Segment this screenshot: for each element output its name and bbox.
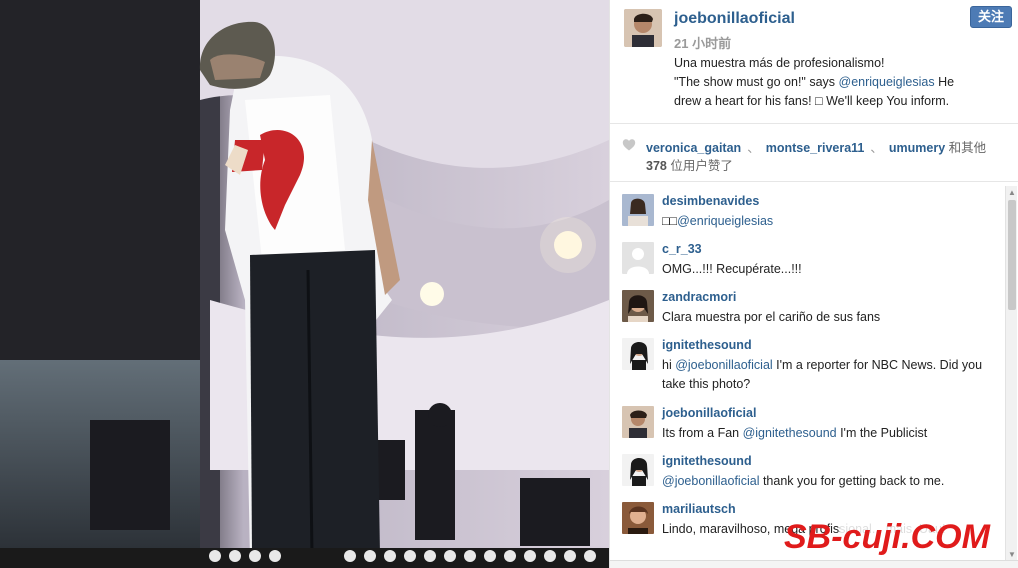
comment-mention[interactable]: @ignitethesound (743, 426, 837, 440)
commenter-avatar[interactable] (622, 502, 654, 534)
comment-text: OMG...!!! Recupérate...!!! (662, 260, 997, 279)
follow-button[interactable]: 关注 (970, 6, 1012, 28)
author-username[interactable]: joebonillaoficial (674, 10, 795, 28)
like-count[interactable]: 378 位用户赞了 (646, 155, 733, 174)
post-detail-panel: joebonillaoficial 21 小时前 关注 Una muestra … (609, 0, 1018, 568)
post-timestamp: 21 小时前 (674, 36, 732, 51)
comment-text-pre: Lindo, maravilhoso, mega profissional...… (662, 522, 946, 536)
commenter-username[interactable]: c_r_33 (662, 242, 702, 256)
commenter-username[interactable]: zandracmori (662, 290, 736, 304)
caption-mention[interactable]: @enriqueiglesias (839, 75, 935, 89)
scroll-up-arrow-icon[interactable]: ▲ (1007, 188, 1017, 198)
comment-item: zandracmori Clara muestra por el cariño … (610, 278, 1005, 326)
comment-text: Clara muestra por el cariño de sus fans (662, 308, 997, 327)
comment-item: ignitethesound hi @joebonillaoficial I'm… (610, 326, 1005, 394)
commenter-avatar-image (622, 502, 654, 534)
comment-mention[interactable]: @enriqueiglesias (677, 214, 773, 228)
comment-text: Lindo, maravilhoso, mega profissional...… (662, 520, 997, 539)
liker-username[interactable]: veronica_gaitan (646, 141, 741, 155)
concert-photo-illustration (0, 0, 609, 568)
comment-mention[interactable]: @joebonillaoficial (662, 474, 759, 488)
author-avatar[interactable] (624, 9, 662, 47)
comment-item: ignitethesound @joebonillaoficial thank … (610, 442, 1005, 490)
comment-input-bar[interactable] (610, 560, 1018, 568)
heart-icon[interactable] (622, 138, 636, 152)
comment-item: mariliautsch Lindo, maravilhoso, mega pr… (610, 490, 1005, 558)
caption-text: He (934, 75, 955, 89)
comment-text: @joebonillaoficial thank you for getting… (662, 472, 997, 491)
caption-line-1: Una muestra más de profesionalismo! (674, 56, 885, 70)
scroll-down-arrow-icon[interactable]: ▼ (1007, 550, 1017, 560)
commenter-username[interactable]: joebonillaoficial (662, 406, 756, 420)
comment-item: joebonillaoficial Its from a Fan @ignite… (610, 394, 1005, 442)
others-label: 和其他 (948, 141, 987, 155)
commenter-avatar[interactable] (622, 194, 654, 226)
comment-text-pre: Its from a Fan (662, 426, 743, 440)
comment-text-post: thank you for getting back to me. (759, 474, 945, 488)
comment-text-pre: □□ (662, 214, 678, 228)
liker-username[interactable]: umumery (889, 141, 945, 155)
comment-mention[interactable]: @joebonillaoficial (675, 358, 772, 372)
post-caption: Una muestra más de profesionalismo! "The… (674, 54, 1010, 111)
post-header: joebonillaoficial 21 小时前 关注 Una muestra … (610, 0, 1018, 124)
like-count-number: 378 (646, 159, 667, 173)
like-count-suffix: 位用户赞了 (666, 159, 733, 173)
comment-text-pre: OMG...!!! Recupérate...!!! (662, 262, 802, 276)
separator: 、 (870, 141, 883, 155)
commenter-avatar-image (622, 406, 654, 438)
caption-line-3: drew a heart for his fans! □ We'll keep … (674, 94, 950, 108)
comment-item: c_r_33 OMG...!!! Recupérate...!!! (610, 230, 1005, 278)
comments-list[interactable]: desimbenavides □□@enriqueiglesias c_r_33… (610, 182, 1005, 558)
comment-item: desimbenavides □□@enriqueiglesias (610, 182, 1005, 230)
likes-section: veronica_gaitan、 montse_rivera11、 umumery … (610, 124, 1018, 182)
commenter-avatar-image (622, 194, 654, 226)
comment-text-pre: Clara muestra por el cariño de sus fans (662, 310, 881, 324)
commenter-avatar[interactable] (622, 290, 654, 322)
liker-username[interactable]: montse_rivera11 (766, 141, 865, 155)
commenter-avatar-image (622, 338, 654, 370)
commenter-avatar[interactable] (622, 406, 654, 438)
comment-text: hi @joebonillaoficial I'm a reporter for… (662, 356, 997, 394)
commenter-avatar[interactable] (622, 338, 654, 370)
comment-text: Its from a Fan @ignitethesound I'm the P… (662, 424, 997, 443)
commenter-username[interactable]: ignitethesound (662, 338, 752, 352)
author-avatar-image (624, 9, 662, 47)
commenter-avatar-image (622, 454, 654, 486)
comment-text-pre: hi (662, 358, 676, 372)
default-avatar-icon (622, 242, 654, 274)
commenter-avatar-image (622, 290, 654, 322)
comments-scrollbar[interactable]: ▲ ▼ (1005, 186, 1017, 562)
caption-line-2: "The show must go on!" says @enriqueigle… (674, 73, 1010, 92)
comment-text-post: I'm the Publicist (836, 426, 928, 440)
post-photo[interactable] (0, 0, 609, 568)
commenter-username[interactable]: desimbenavides (662, 194, 759, 208)
commenter-username[interactable]: mariliautsch (662, 502, 736, 516)
separator: 、 (747, 141, 760, 155)
commenter-username[interactable]: ignitethesound (662, 454, 752, 468)
commenter-avatar[interactable] (622, 454, 654, 486)
comment-text: □□@enriqueiglesias (662, 212, 997, 231)
commenter-avatar[interactable] (622, 242, 654, 274)
caption-text: "The show must go on!" says (674, 75, 839, 89)
scrollbar-thumb[interactable] (1008, 200, 1016, 310)
likers-list: veronica_gaitan、 montse_rivera11、 umumery … (646, 137, 986, 156)
